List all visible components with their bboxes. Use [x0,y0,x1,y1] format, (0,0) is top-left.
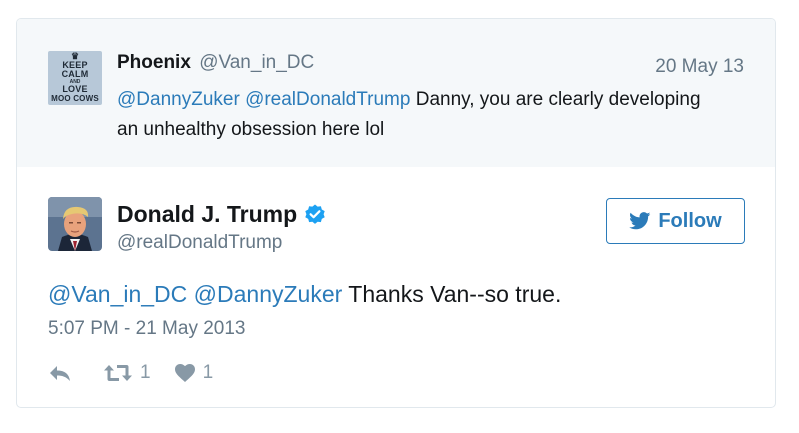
twitter-bird-icon [629,212,651,230]
parent-tweet-text: @DannyZuker @realDonaldTrump Danny, you … [117,85,717,145]
parent-author-handle[interactable]: @Van_in_DC [199,52,314,73]
tweet-author-name[interactable]: Donald J. Trump [117,201,327,228]
parent-author[interactable]: Phoenix @Van_in_DC [117,52,314,74]
mention-link[interactable]: @Van_in_DC [48,281,187,307]
parent-author-name[interactable]: Phoenix [117,52,191,73]
retweet-count: 1 [140,362,151,383]
avatar-text-line: LOVE [62,84,88,94]
follow-button[interactable]: Follow [606,198,745,244]
parent-tweet[interactable]: ♛ KEEP CALM AND LOVE MOO COWS Phoenix @V… [17,19,775,167]
author-name-text[interactable]: Donald J. Trump [117,201,297,228]
tweet-timestamp[interactable]: 5:07 PM - 21 May 2013 [48,318,246,340]
reply-button[interactable] [48,363,72,383]
mention-link[interactable]: @realDonaldTrump [245,89,410,110]
embedded-tweet-card: ♛ KEEP CALM AND LOVE MOO COWS Phoenix @V… [16,18,776,408]
follow-button-label: Follow [658,209,722,232]
heart-icon [174,364,195,382]
mention-link[interactable]: @DannyZuker [117,89,240,110]
tweet-actions: 1 1 [48,361,213,385]
reply-icon [50,366,70,381]
parent-date[interactable]: 20 May 13 [655,56,744,78]
tweet-body: Thanks Van--so true. [348,281,562,307]
tweet-text: @Van_in_DC @DannyZuker Thanks Van--so tr… [48,281,561,308]
retweet-icon [104,365,132,381]
like-button[interactable]: 1 [174,362,214,384]
avatar-text-line: MOO COWS [51,94,99,103]
avatar[interactable]: ♛ KEEP CALM AND LOVE MOO COWS [48,51,102,105]
avatar[interactable] [48,197,102,251]
like-count: 1 [202,362,214,383]
verified-badge-icon [303,203,327,227]
mention-link[interactable]: @DannyZuker [194,281,343,307]
tweet-author-handle[interactable]: @realDonaldTrump [117,232,282,254]
avatar-text-line: CALM [61,69,89,79]
retweet-button[interactable]: 1 [103,362,151,384]
